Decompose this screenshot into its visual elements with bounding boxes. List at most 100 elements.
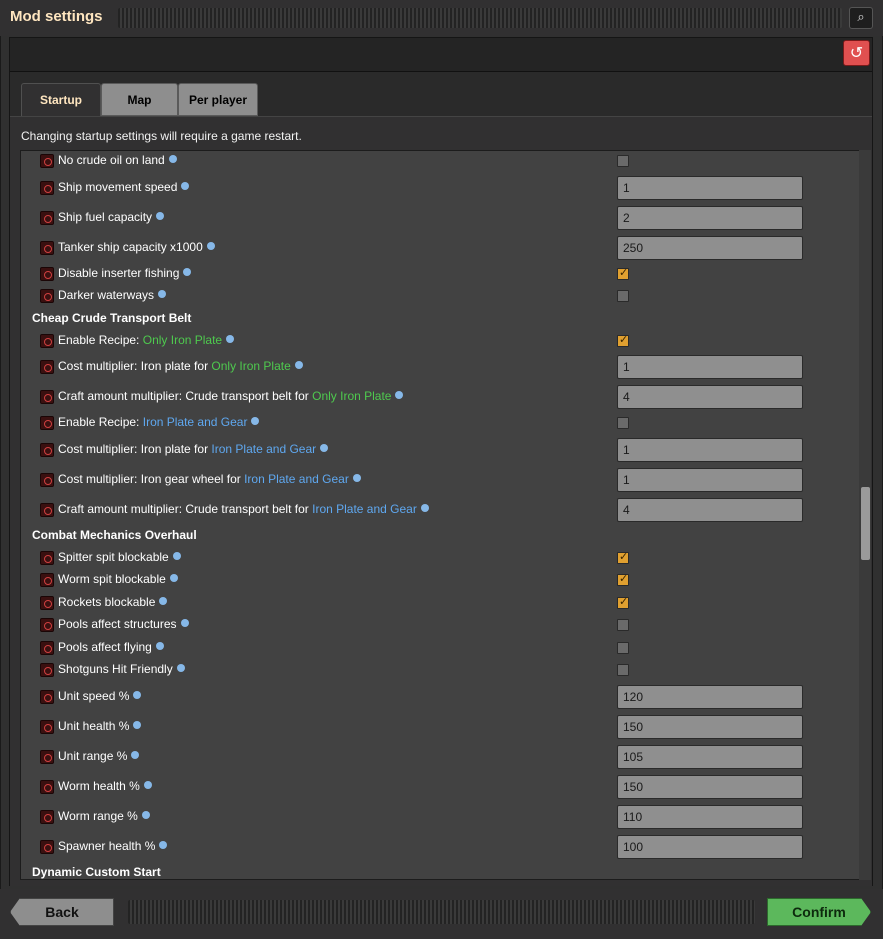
settings-group-header: Combat Mechanics Overhaul [21,525,860,547]
search-button[interactable]: ⌕ [849,7,873,29]
setting-row: Ship fuel capacity 2 [21,203,860,233]
info-icon[interactable] [158,290,167,299]
setting-row: Cost multiplier: Iron plate for Only Iro… [21,352,860,382]
setting-label-text: Spitter spit blockable [58,549,169,564]
footer-drag-handle[interactable] [128,900,755,924]
settings-list[interactable]: No crude oil on land Ship movement speed 1… [20,150,861,880]
setting-checkbox[interactable] [617,333,629,347]
info-icon[interactable] [168,155,177,164]
info-icon[interactable] [183,267,192,276]
mod-icon [40,360,54,374]
setting-label-text: Unit health % [58,718,130,733]
setting-row: Unit range % 105 [21,742,860,772]
setting-label-text: Worm range % [58,808,138,823]
back-button[interactable]: Back [10,898,114,926]
info-icon[interactable] [294,361,303,369]
setting-text-field[interactable]: 1 [617,355,803,379]
setting-label: Tanker ship capacity x1000 [58,240,215,254]
setting-text-field[interactable]: 100 [617,834,803,859]
setting-label: Cost multiplier: Iron plate for Only Iro… [58,359,303,373]
info-icon[interactable] [352,473,361,482]
tab-per-player[interactable]: Per player [178,83,258,116]
setting-label-text: Ship fuel capacity [58,209,153,224]
setting-text-field[interactable]: 105 [617,744,803,769]
setting-label: Ship movement speed [58,180,190,194]
info-icon[interactable] [169,574,178,583]
info-icon[interactable] [420,503,429,512]
setting-text-field[interactable]: 1 [617,437,803,462]
info-icon[interactable] [143,780,152,789]
setting-label: Disable inserter fishing [58,265,192,280]
setting-label-text: Pools affect structures [58,617,177,632]
mod-icon [40,573,54,588]
reset-button[interactable]: ↺ [843,40,870,66]
tab-startup[interactable]: Startup [21,83,101,117]
setting-label-highlight: Iron Plate and Gear [244,471,349,486]
info-icon[interactable] [172,551,181,560]
setting-label: Ship fuel capacity [58,209,165,224]
setting-label: Cost multiplier: Iron plate for Iron Pla… [58,442,329,456]
info-icon[interactable] [181,181,190,190]
mod-icon [40,550,54,565]
setting-row: Worm range % 110 [21,802,860,832]
confirm-button[interactable]: Confirm [767,898,871,926]
info-icon[interactable] [159,840,168,849]
mod-icon [40,240,54,255]
mod-icon [40,839,54,854]
setting-checkbox[interactable] [617,641,629,654]
setting-row: Shotguns Hit Friendly [21,659,860,682]
setting-label: Cost multiplier: Iron gear wheel for Iro… [58,472,361,486]
info-icon[interactable] [180,619,189,628]
setting-checkbox[interactable] [617,290,629,303]
info-icon[interactable] [251,417,260,426]
scrollbar-thumb[interactable] [861,487,870,560]
info-icon[interactable] [131,750,140,759]
setting-label: Pools affect structures [58,617,189,631]
setting-text-field[interactable]: 4 [617,385,803,409]
setting-checkbox[interactable] [617,572,629,587]
setting-text-field[interactable]: 4 [617,497,803,522]
mod-icon [40,663,54,678]
info-icon[interactable] [206,241,215,250]
setting-text-field[interactable]: 1 [617,467,803,492]
info-icon[interactable] [133,720,142,729]
info-icon[interactable] [159,596,168,605]
info-icon[interactable] [226,334,235,343]
setting-label-text: No crude oil on land [58,153,165,168]
setting-text-field[interactable]: 1 [617,175,803,200]
setting-text-field[interactable]: 110 [617,804,803,829]
setting-checkbox[interactable] [617,619,629,632]
info-icon[interactable] [176,664,185,673]
mod-icon [40,779,54,794]
setting-checkbox[interactable] [617,595,629,609]
setting-label-highlight: Only Iron Plate [211,359,291,373]
setting-text-field[interactable]: 150 [617,714,803,739]
info-icon[interactable] [320,443,329,452]
restart-notice: Changing startup settings will require a… [21,129,302,143]
info-icon[interactable] [133,690,142,699]
mod-icon [40,719,54,734]
info-icon[interactable] [395,391,404,399]
setting-label-text: Disable inserter fishing [58,265,180,280]
setting-checkbox[interactable] [617,266,629,280]
setting-checkbox[interactable] [617,550,629,564]
info-icon[interactable] [141,810,150,819]
setting-text-field[interactable]: 150 [617,774,803,799]
setting-label-text: Craft amount multiplier: Crude transport… [58,501,313,516]
setting-label-text: Unit range % [58,748,128,763]
tab-map[interactable]: Map [101,83,178,116]
setting-text-field[interactable]: 120 [617,684,803,709]
setting-label: Darker waterways [58,288,167,302]
setting-label: Worm spit blockable [58,572,178,586]
setting-checkbox[interactable] [617,417,629,430]
setting-text-field[interactable]: 250 [617,235,803,260]
setting-label-text: Worm spit blockable [58,572,166,587]
title-drag-handle[interactable] [118,8,842,28]
info-icon[interactable] [155,641,164,650]
mod-icon [40,618,54,633]
info-icon[interactable] [156,211,165,220]
setting-label-text: Enable Recipe: [58,415,143,430]
setting-checkbox[interactable] [617,155,629,168]
setting-text-field[interactable]: 2 [617,205,803,230]
setting-checkbox[interactable] [617,664,629,677]
